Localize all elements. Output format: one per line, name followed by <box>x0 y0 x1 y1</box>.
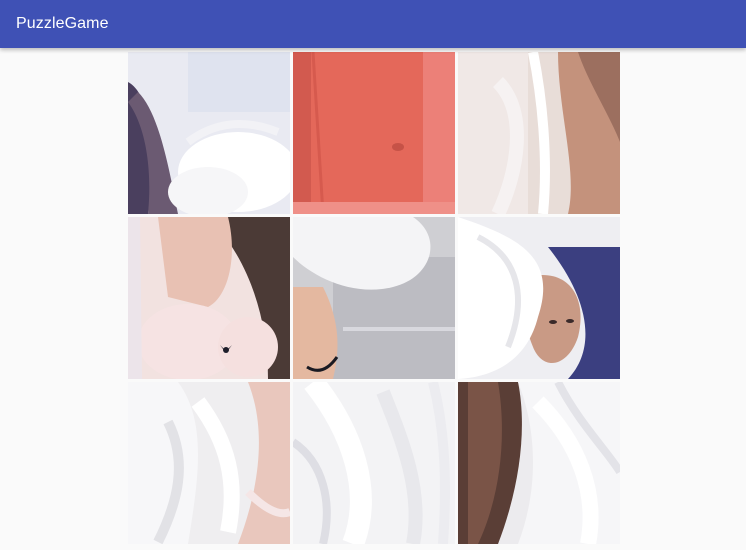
puzzle-tile-image <box>128 382 290 544</box>
puzzle-tile-6[interactable] <box>458 217 620 379</box>
puzzle-tile-image <box>293 382 455 544</box>
puzzle-tile-image <box>293 217 455 379</box>
puzzle-tile-7[interactable] <box>128 382 290 544</box>
puzzle-tile-image <box>293 52 455 214</box>
puzzle-tile-image <box>128 52 290 214</box>
app-title: PuzzleGame <box>16 15 109 32</box>
app-bar: PuzzleGame <box>0 0 746 48</box>
puzzle-tile-1[interactable] <box>128 52 290 214</box>
puzzle-tile-image <box>128 217 290 379</box>
puzzle-tile-9[interactable] <box>458 382 620 544</box>
puzzle-tile-5[interactable] <box>293 217 455 379</box>
puzzle-tile-4[interactable] <box>128 217 290 379</box>
puzzle-tile-2[interactable] <box>293 52 455 214</box>
puzzle-tile-3[interactable] <box>458 52 620 214</box>
puzzle-tile-8[interactable] <box>293 382 455 544</box>
puzzle-board <box>128 52 620 544</box>
puzzle-tile-image <box>458 382 620 544</box>
puzzle-tile-image <box>458 217 620 379</box>
puzzle-tile-image <box>458 52 620 214</box>
